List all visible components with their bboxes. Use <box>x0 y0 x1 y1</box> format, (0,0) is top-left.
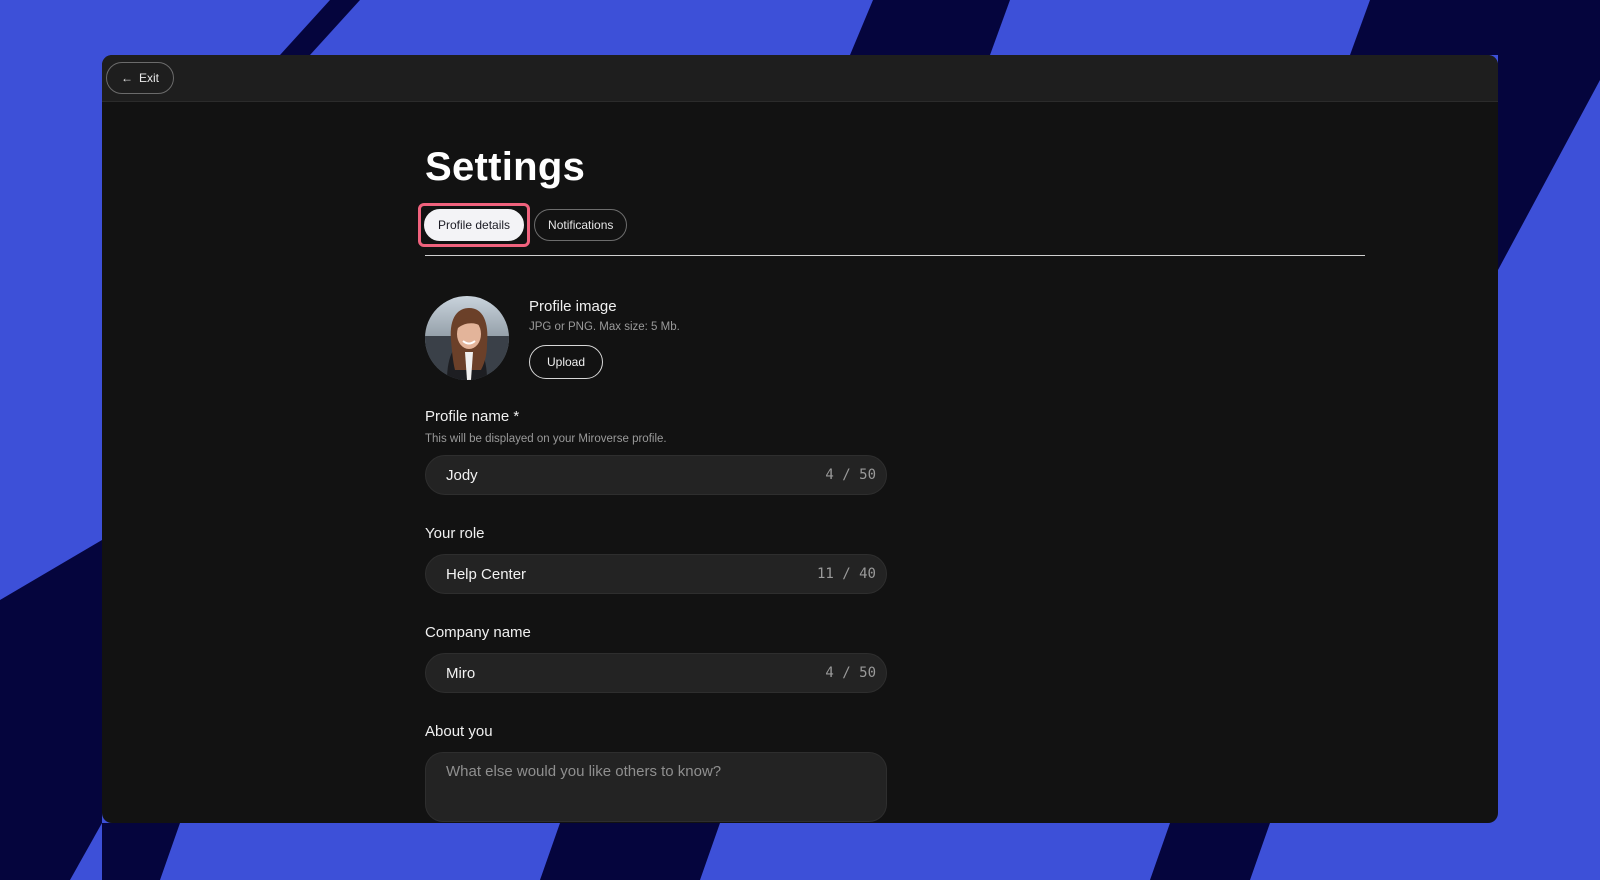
profile-name-field: Profile name * This will be displayed on… <box>425 408 1365 495</box>
settings-content: Settings Profile details Notifications P… <box>418 139 1365 822</box>
role-field: Your role Help Center 11 / 40 <box>425 525 1365 594</box>
company-label: Company name <box>425 624 531 641</box>
avatar <box>425 296 509 380</box>
profile-name-input[interactable]: Jody 4 / 50 <box>425 455 887 495</box>
exit-button[interactable]: ← Exit <box>106 62 175 94</box>
tab-notifications[interactable]: Notifications <box>534 209 628 241</box>
profile-name-counter: 4 / 50 <box>825 467 876 483</box>
profile-image-section: Profile image JPG or PNG. Max size: 5 Mb… <box>425 296 1365 380</box>
profile-name-label: Profile name * <box>425 408 520 425</box>
page-title: Settings <box>425 145 586 189</box>
tabs-divider <box>425 255 1365 256</box>
settings-window: ← Exit Settings Profile details Notifica… <box>102 55 1498 823</box>
tab-highlight-frame: Profile details <box>418 203 531 247</box>
profile-image-info: Profile image JPG or PNG. Max size: 5 Mb… <box>529 296 680 379</box>
about-textarea[interactable]: What else would you like others to know? <box>425 752 887 822</box>
role-counter: 11 / 40 <box>816 566 876 582</box>
settings-tabs: Profile details Notifications <box>418 203 1365 247</box>
role-label: Your role <box>425 525 485 542</box>
arrow-left-icon: ← <box>121 71 133 85</box>
profile-image-title: Profile image <box>529 298 617 315</box>
profile-name-value: Jody <box>446 466 478 484</box>
tab-profile-details[interactable]: Profile details <box>424 209 525 241</box>
about-label: About you <box>425 723 493 740</box>
company-counter: 4 / 50 <box>825 665 876 681</box>
profile-name-help: This will be displayed on your Miroverse… <box>425 433 667 445</box>
about-field: About you What else would you like other… <box>425 723 1365 822</box>
exit-label: Exit <box>139 71 160 85</box>
role-value: Help Center <box>446 565 527 583</box>
about-placeholder: What else would you like others to know? <box>446 763 722 780</box>
company-input[interactable]: Miro 4 / 50 <box>425 653 887 693</box>
company-field: Company name Miro 4 / 50 <box>425 624 1365 693</box>
company-value: Miro <box>446 664 476 682</box>
role-input[interactable]: Help Center 11 / 40 <box>425 554 887 594</box>
top-bar: ← Exit <box>102 55 1498 102</box>
upload-button[interactable]: Upload <box>529 345 604 379</box>
profile-image-hint: JPG or PNG. Max size: 5 Mb. <box>529 321 680 333</box>
